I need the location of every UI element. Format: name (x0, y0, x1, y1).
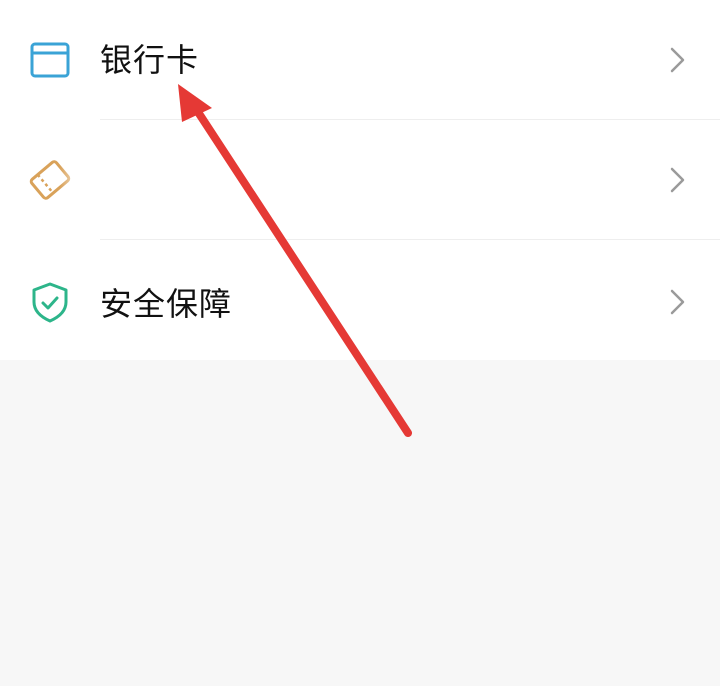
bank-card-icon (30, 42, 70, 78)
menu-item-label: 安全保障 (100, 285, 233, 323)
shield-check-icon (32, 282, 68, 323)
menu-item-coupon[interactable] (0, 120, 720, 240)
chevron-right-icon (670, 47, 685, 73)
chevron-right-icon (670, 167, 685, 193)
settings-menu: 银行卡 安全保障 (0, 0, 720, 360)
menu-item-label: 银行卡 (100, 41, 200, 79)
menu-item-security[interactable]: 安全保障 (0, 240, 720, 360)
menu-item-bank-card[interactable]: 银行卡 (0, 0, 720, 120)
chevron-right-icon (670, 289, 685, 315)
obscured-area (60, 146, 104, 216)
